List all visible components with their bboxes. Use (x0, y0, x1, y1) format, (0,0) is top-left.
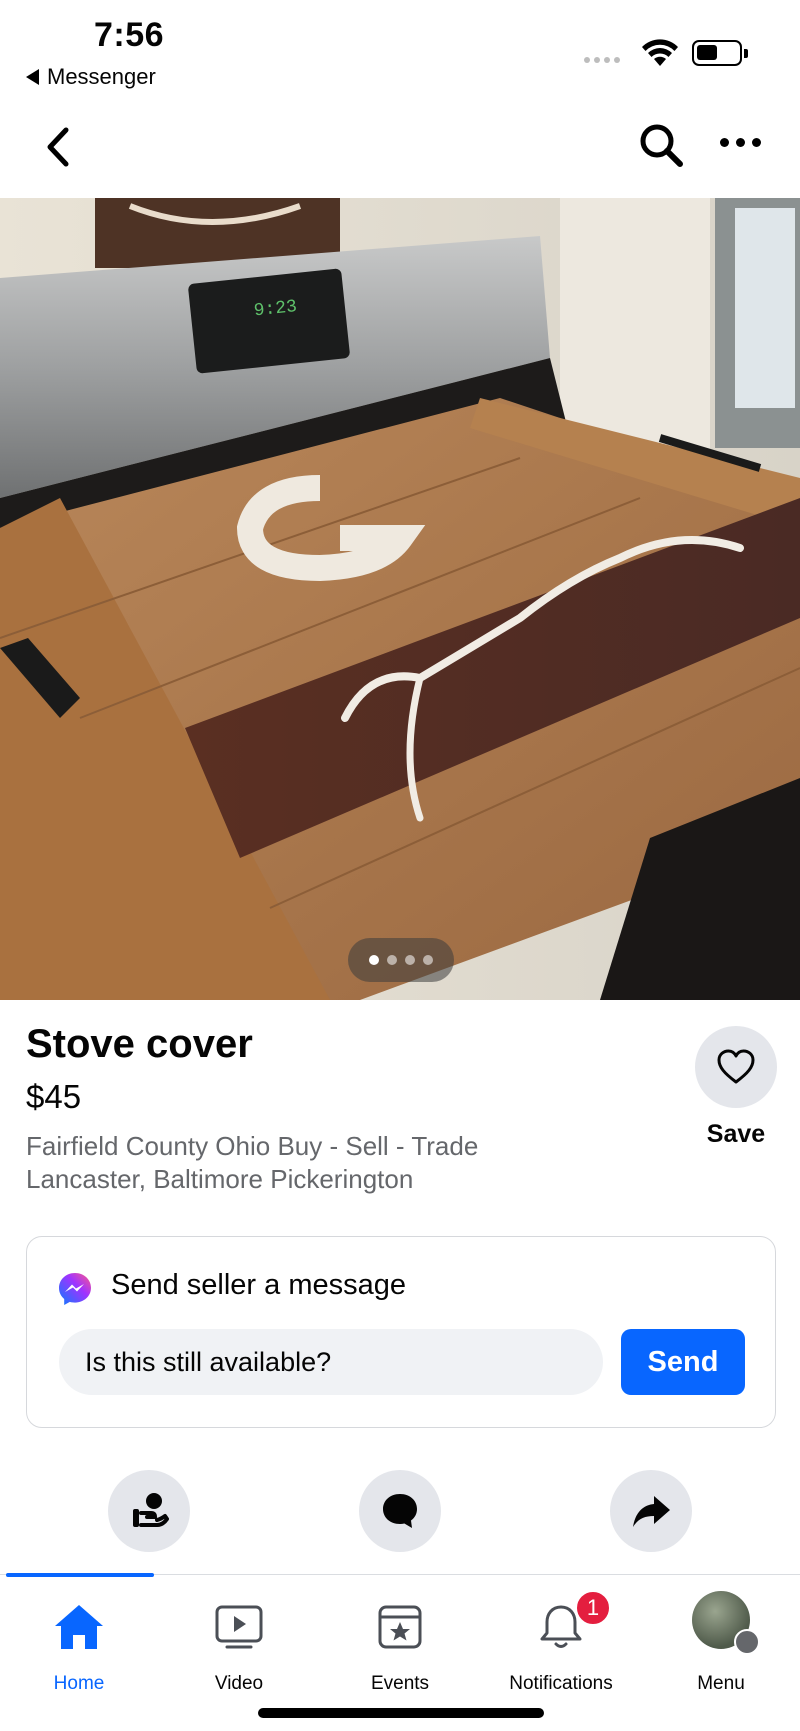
signal-icon (584, 57, 620, 63)
listing-price: $45 (26, 1078, 82, 1115)
tab-video[interactable]: Video (164, 1589, 314, 1694)
message-seller-card: Send seller a message Send (26, 1236, 776, 1428)
comment-button[interactable] (359, 1470, 441, 1552)
comment-icon (383, 1494, 417, 1528)
back-app-label: Messenger (47, 64, 156, 89)
nav-bar (0, 100, 800, 196)
home-icon (55, 1605, 103, 1649)
tab-notifications[interactable]: 1 Notifications (486, 1589, 636, 1694)
back-to-messenger-link[interactable]: Messenger (26, 64, 156, 90)
message-heading: Send seller a message (111, 1269, 406, 1301)
pagination-dot[interactable] (405, 955, 415, 965)
listing-photo[interactable]: 9:23 (0, 198, 800, 1000)
pagination-dot[interactable] (369, 955, 379, 965)
listing-title: Stove cover (26, 1022, 253, 1066)
battery-icon (692, 40, 748, 66)
notification-badge: 1 (574, 1589, 612, 1627)
listing-group[interactable]: Fairfield County Ohio Buy - Sell - Trade… (26, 1130, 586, 1196)
video-icon (215, 1605, 263, 1649)
share-button[interactable] (610, 1470, 692, 1552)
send-button[interactable]: Send (621, 1329, 745, 1395)
more-options-icon[interactable] (720, 138, 761, 147)
tab-home[interactable]: Home (4, 1589, 154, 1694)
back-chevron-icon[interactable] (38, 122, 78, 172)
messenger-icon (59, 1273, 91, 1305)
offer-hand-icon (133, 1493, 169, 1527)
location-line: Lancaster, Baltimore Pickerington (26, 1164, 414, 1194)
tab-events[interactable]: Events (325, 1589, 475, 1694)
tab-menu[interactable]: Menu (646, 1589, 796, 1694)
events-icon (378, 1605, 422, 1649)
back-triangle-icon (26, 69, 39, 85)
tab-label: Home (53, 1673, 105, 1694)
active-tab-indicator (6, 1573, 154, 1577)
wifi-icon (642, 39, 678, 66)
tab-label: Menu (697, 1673, 745, 1694)
status-bar: 7:56 Messenger (0, 0, 800, 100)
tab-label: Video (214, 1673, 264, 1694)
save-label: Save (706, 1120, 766, 1148)
menu-icon (734, 1629, 760, 1655)
status-time: 7:56 (94, 16, 165, 54)
photo-pagination[interactable] (348, 938, 454, 982)
heart-icon (717, 1049, 755, 1084)
pagination-dot[interactable] (387, 955, 397, 965)
message-input[interactable] (59, 1329, 603, 1395)
tab-label: Notifications (509, 1673, 613, 1694)
pagination-dot[interactable] (423, 955, 433, 965)
group-name-line: Fairfield County Ohio Buy - Sell - Trade (26, 1131, 479, 1161)
search-icon[interactable] (636, 120, 686, 170)
stove-cover-photo: 9:23 (0, 198, 800, 1000)
send-offer-button[interactable] (108, 1470, 190, 1552)
share-arrow-icon (633, 1496, 670, 1527)
tab-label: Events (370, 1673, 430, 1694)
save-button[interactable] (695, 1026, 777, 1108)
home-indicator (258, 1708, 544, 1718)
